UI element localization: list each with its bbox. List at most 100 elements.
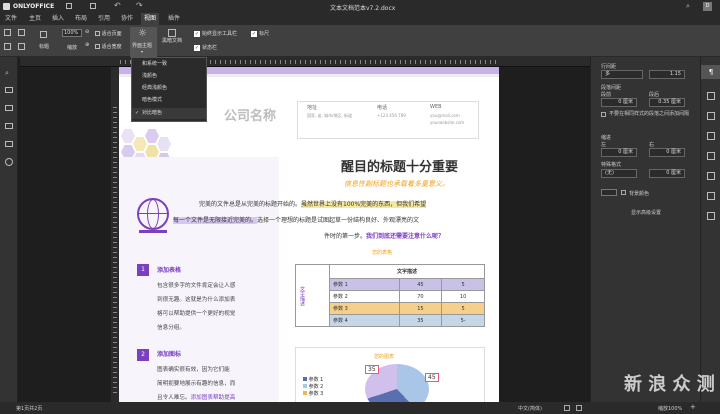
chat-icon[interactable] [5,105,13,111]
tab-file[interactable]: 文件 [2,13,20,25]
after-input[interactable]: 0.35 厘米 [649,98,685,107]
cut-icon[interactable] [18,29,25,36]
chart-settings-icon[interactable] [707,172,715,180]
textart-settings-icon[interactable] [707,192,715,200]
theme-option-contrast-dark[interactable]: ✓ 对比暗色 [132,108,206,119]
vertical-ruler[interactable] [111,67,119,402]
heading-icon[interactable] [40,31,47,38]
table-settings-icon[interactable] [707,92,715,100]
fit-width-button[interactable]: 适合宽度 [95,43,122,50]
track-changes-icon[interactable] [576,405,582,411]
dark-document-icon [168,29,176,37]
before-value: 0 厘米 [618,99,633,105]
language-select[interactable]: 中文(简体) [518,405,542,412]
data-table[interactable]: 文字描述 文字描述 参数 1 45 5 参数 2 70 10 参数 3 15 5 参数 4 35… [295,264,485,327]
special-format-input[interactable]: 0 厘米 [649,169,685,178]
special-format-value: (无) [605,170,614,176]
background-color-checkbox[interactable] [621,190,626,195]
navigation-icon[interactable] [5,123,13,129]
search-icon[interactable]: ⌕ [686,2,690,11]
globe-meridian [147,199,159,229]
tab-collaboration[interactable]: 协作 [118,13,136,25]
legend-swatch-orange [303,391,307,395]
zoom-out-icon[interactable]: ⊖ [85,29,89,35]
always-show-toolbar-checkbox[interactable]: ✓ 始终显示工具栏 [194,30,237,37]
zoom-in-icon[interactable]: ⊕ [85,42,89,48]
theme-option-classic-light[interactable]: 经典浅颜色 [132,83,206,94]
section-2-link[interactable]: 添加图表帮助提高 [191,395,236,401]
about-icon[interactable] [5,158,13,166]
before-input[interactable]: 0 厘米 [601,98,637,107]
fit-page-button[interactable]: 适合页面 [95,30,122,37]
paragraph-settings-icon[interactable]: ¶ [701,65,720,79]
line-spacing-value-input[interactable]: 1.15 [649,70,685,79]
indent-right-value: 0 厘米 [666,149,681,155]
comments-icon[interactable] [5,87,13,93]
paragraph-spacing-label: 段落间距 [601,85,622,91]
web-label: WEB [430,104,442,110]
theme-option-light[interactable]: 浅颜色 [132,71,206,82]
tab-plugins[interactable]: 插件 [165,13,183,25]
chart-data-label: 45 [425,373,439,382]
legend-swatch-blue [303,377,307,381]
section-title-2: 添加图标 [157,351,182,358]
horizontal-ruler[interactable] [20,57,590,67]
paste-icon[interactable] [4,43,11,50]
redo-icon[interactable]: ↷ [136,1,143,10]
no-space-checkbox[interactable] [601,112,606,117]
header-settings-icon[interactable] [707,132,715,140]
zoom-level[interactable]: 缩放100% [658,405,682,412]
advanced-settings-link[interactable]: 显示高级设置 [631,209,661,216]
theme-option-system[interactable]: 和系统一致 [132,59,206,70]
legend-item: 参数 2 [303,384,323,391]
zoom-select[interactable]: 100% [62,29,82,37]
indent-left-input[interactable]: 0 厘米 [601,148,637,157]
phone-value: +123 456 789 [377,113,406,118]
undo-icon[interactable]: ↶ [114,1,121,10]
heading-label[interactable]: 标题 [39,43,49,50]
copy-icon[interactable] [4,29,11,36]
page-counter[interactable]: 第1页共2页 [16,405,42,412]
print-icon[interactable] [90,3,96,9]
signature-settings-icon[interactable] [707,212,715,220]
theme-option-dark[interactable]: 暗色模式 [132,95,206,106]
section-body-1: 包含很多字的文件肯定会让人感 到很无趣。这就是为什么添加表 格可以帮助提供一个更… [157,279,235,335]
spellcheck-toggle-icon[interactable] [564,405,570,411]
table-cell: 10 [441,290,485,303]
right-sidebar: ¶ [700,57,720,402]
table-title: 您的表格 [372,250,393,256]
tab-home[interactable]: 主页 [26,13,44,25]
zoom-in-icon[interactable]: + [690,403,696,411]
ruler-checkbox[interactable]: ✓ 标尺 [251,30,269,37]
view-toolbar: 标题 100% 缩放 ⊖ ⊕ 适合页面 适合宽度 ☼ 界面主题 ▾ 黑暗文档 ✓… [0,25,720,57]
watermark: 新 浪 众 测 [624,374,715,395]
table-cell: 35 [398,314,443,327]
section-2-line: 简明扼要地展示有趣的信息，而 [157,381,236,387]
theme-button[interactable]: ☼ 界面主题 ▾ [130,27,157,57]
tab-insert[interactable]: 插入 [49,13,67,25]
indent-right-input[interactable]: 0 厘米 [649,148,685,157]
legend-label: 参数 3 [308,391,324,397]
tab-layout[interactable]: 布局 [72,13,90,25]
shape-settings-icon[interactable] [707,152,715,160]
special-format-label: 特殊格式 [601,162,622,168]
dark-document-button[interactable]: 黑暗文档 [160,29,184,44]
line-spacing-mode-select[interactable]: 多 [601,70,643,79]
after-value: 0.35 厘米 [658,99,681,105]
background-color-picker[interactable] [601,189,617,196]
intro-link[interactable]: 我们到底还需要注意什么呢？ [366,233,444,240]
image-settings-icon[interactable] [707,112,715,120]
save-icon[interactable] [66,3,72,9]
format-painter-icon[interactable] [18,43,25,50]
spellcheck-icon[interactable] [5,141,13,147]
tab-view[interactable]: 视图 [141,13,160,25]
tab-references[interactable]: 引用 [95,13,113,25]
status-bar-checkbox[interactable]: ✓ 状态栏 [194,44,217,51]
dark-document-label: 黑暗文档 [161,38,182,44]
search-icon[interactable]: ⌕ [5,69,9,78]
user-avatar[interactable]: D [703,2,712,11]
indent-left-label: 左 [601,142,607,148]
special-format-select[interactable]: (无) [601,169,637,178]
section-body-2: 图表确实很有效，因为它们能 简明扼要地展示有趣的信息，而 且令人难忘。添加图表帮… [157,363,235,402]
before-label: 段前 [601,92,612,98]
